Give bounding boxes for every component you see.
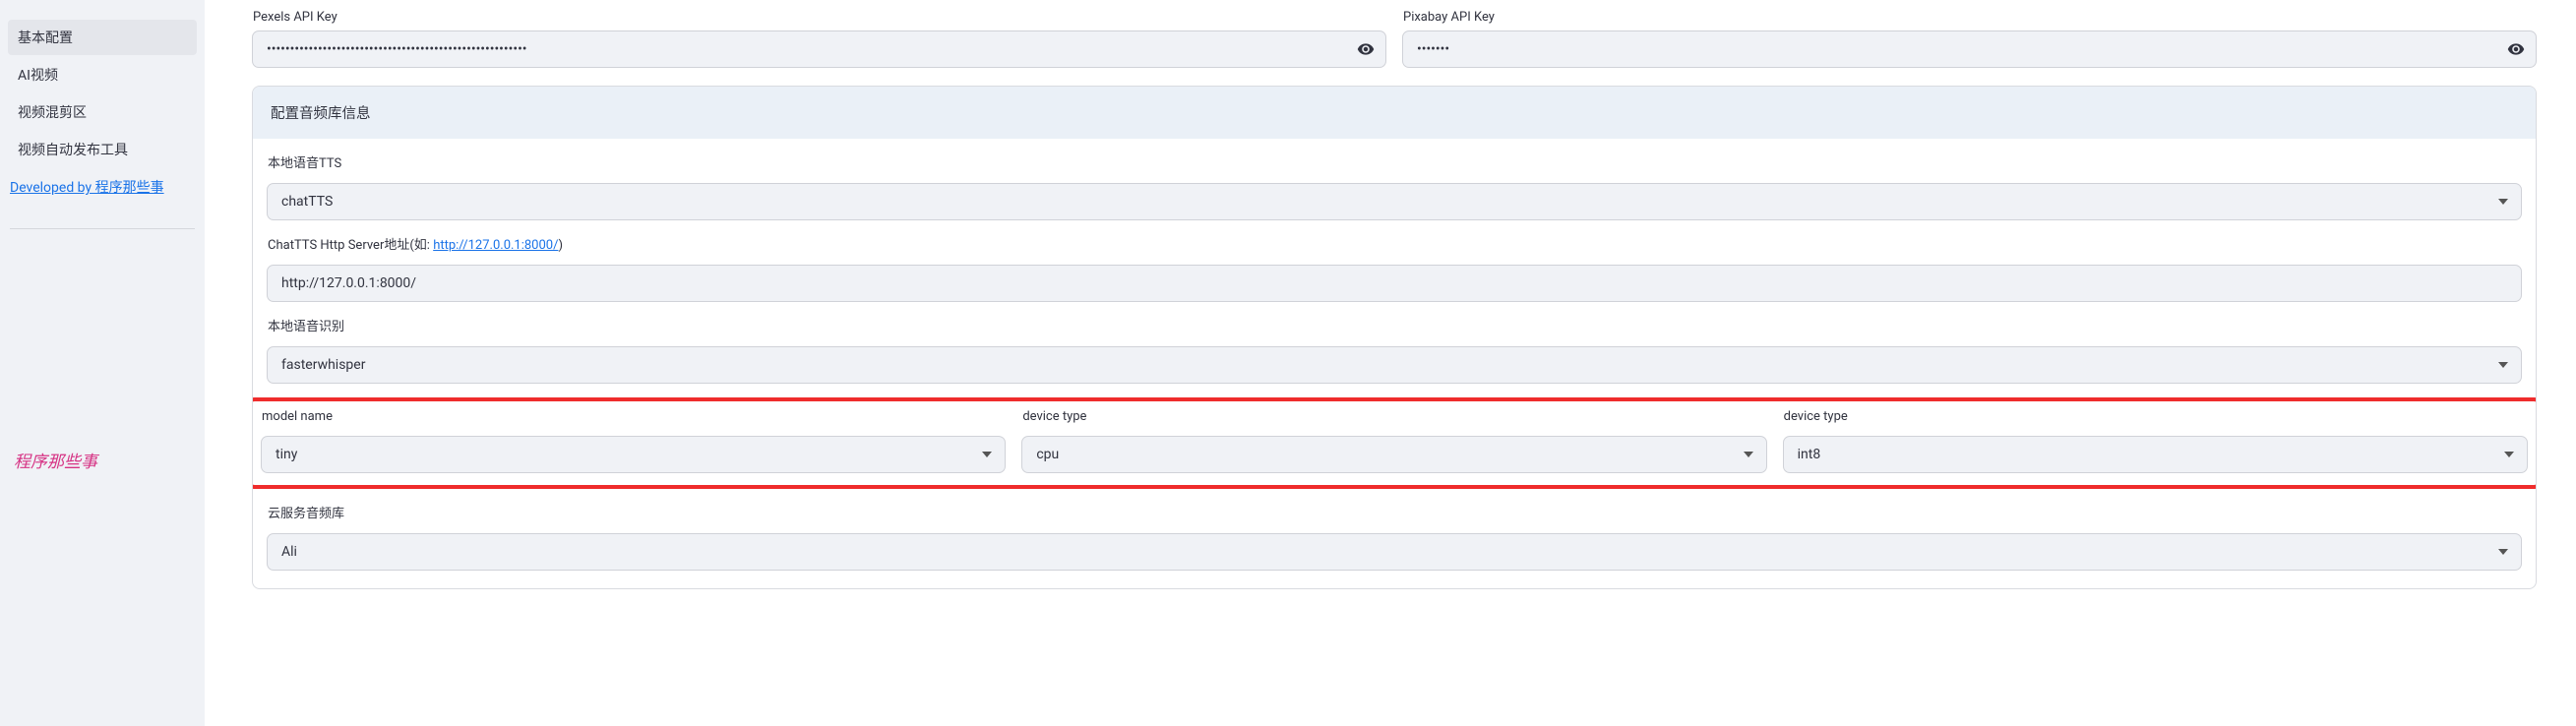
model-name-group: model name tiny	[261, 409, 1006, 473]
eye-icon[interactable]	[2507, 40, 2525, 58]
chattts-server-group: ChatTTS Http Server地址(如: http://127.0.0.…	[267, 234, 2522, 302]
local-tts-label: 本地语音TTS	[267, 152, 2522, 171]
audio-config-header: 配置音频库信息	[253, 87, 2536, 139]
cloud-audio-group: 云服务音频库 Ali	[267, 503, 2522, 571]
local-asr-select[interactable]: fasterwhisper	[267, 346, 2522, 384]
pixabay-api-key-group: Pixabay API Key	[1402, 10, 2537, 68]
device-type-1-label: device type	[1021, 409, 1766, 424]
model-name-label: model name	[261, 409, 1006, 424]
sidebar-item-ai-video[interactable]: AI视频	[8, 57, 197, 92]
device-type-2-select[interactable]: int8	[1783, 436, 2528, 473]
sidebar-item-label: AI视频	[18, 68, 58, 84]
model-name-select[interactable]: tiny	[261, 436, 1006, 473]
sidebar-footer-brand: 程序那些事	[8, 446, 197, 474]
sidebar-divider	[10, 228, 195, 229]
device-type-2-label: device type	[1783, 409, 2528, 424]
pixabay-api-key-input[interactable]	[1402, 30, 2537, 68]
model-config-highlight-box: model name tiny device type	[252, 397, 2537, 489]
sidebar-item-auto-publish[interactable]: 视频自动发布工具	[8, 132, 197, 167]
chattts-example-link[interactable]: http://127.0.0.1:8000/	[433, 238, 558, 253]
local-asr-label: 本地语音识别	[267, 316, 2522, 334]
sidebar-item-label: 视频混剪区	[18, 105, 87, 121]
pexels-api-key-label: Pexels API Key	[252, 10, 1386, 25]
device-type-2-group: device type int8	[1783, 409, 2528, 473]
pixabay-api-key-label: Pixabay API Key	[1402, 10, 2537, 25]
sidebar-item-label: 基本配置	[18, 30, 73, 46]
device-type-1-group: device type cpu	[1021, 409, 1766, 473]
local-asr-group: 本地语音识别 fasterwhisper	[267, 316, 2522, 384]
audio-config-section: 配置音频库信息 本地语音TTS chatTTS ChatTTS Http Ser…	[252, 86, 2537, 589]
cloud-audio-select[interactable]: Ali	[267, 533, 2522, 571]
pexels-api-key-input[interactable]	[252, 30, 1386, 68]
chattts-server-input[interactable]	[267, 265, 2522, 302]
sidebar-item-video-clip[interactable]: 视频混剪区	[8, 94, 197, 130]
main-content: Pexels API Key Pixabay API Key	[205, 0, 2576, 726]
pexels-api-key-group: Pexels API Key	[252, 10, 1386, 68]
local-tts-group: 本地语音TTS chatTTS	[267, 152, 2522, 220]
sidebar-item-label: 视频自动发布工具	[18, 143, 128, 158]
eye-icon[interactable]	[1357, 40, 1375, 58]
chattts-server-label: ChatTTS Http Server地址(如: http://127.0.0.…	[267, 234, 2522, 253]
sidebar-item-basic-config[interactable]: 基本配置	[8, 20, 197, 55]
cloud-audio-label: 云服务音频库	[267, 503, 2522, 521]
sidebar: 基本配置 AI视频 视频混剪区 视频自动发布工具 Developed by 程序…	[0, 0, 205, 726]
api-keys-row: Pexels API Key Pixabay API Key	[252, 10, 2537, 68]
local-tts-select[interactable]: chatTTS	[267, 183, 2522, 220]
developed-by-link[interactable]: Developed by 程序那些事	[8, 169, 197, 205]
device-type-1-select[interactable]: cpu	[1021, 436, 1766, 473]
